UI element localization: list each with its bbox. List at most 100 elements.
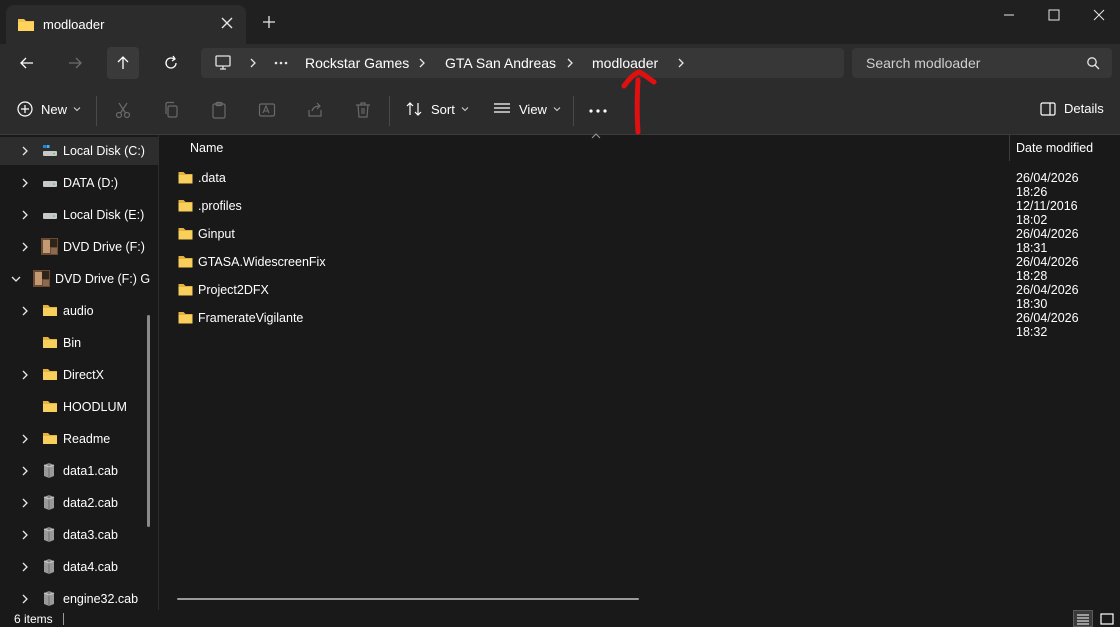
- chevron-right-icon[interactable]: [676, 58, 686, 68]
- back-button[interactable]: [11, 47, 43, 79]
- sidebar-item-label: data2.cab: [63, 496, 118, 510]
- column-divider[interactable]: [1009, 135, 1010, 161]
- sidebar-item-readme[interactable]: Readme: [0, 425, 158, 453]
- chevron-right-icon[interactable]: [20, 242, 30, 252]
- folder-icon: [178, 199, 193, 212]
- file-name: GTASA.WidescreenFix: [198, 255, 326, 269]
- table-row[interactable]: .profiles 12/11/2016 18:02: [169, 192, 1109, 227]
- chevron-right-icon[interactable]: [20, 594, 30, 604]
- details-label: Details: [1064, 101, 1104, 116]
- chevron-right-icon[interactable]: [20, 370, 30, 380]
- maximize-icon[interactable]: [1031, 0, 1077, 30]
- breadcrumb-rockstar-games[interactable]: Rockstar Games: [305, 55, 409, 71]
- tiles-view-icon[interactable]: [1097, 610, 1117, 627]
- drive-icon: [42, 207, 58, 221]
- chevron-right-icon[interactable]: [20, 146, 30, 156]
- forward-button[interactable]: [59, 47, 91, 79]
- table-row[interactable]: FramerateVigilante 26/04/2026 18:32: [169, 304, 1109, 339]
- sidebar-item-local-disk-e[interactable]: Local Disk (E:): [0, 201, 158, 229]
- annotation-arrow-icon: [618, 68, 662, 136]
- file-list: Name Date modified .data 26/04/2026 18:2…: [159, 133, 1120, 610]
- chevron-right-icon[interactable]: [20, 498, 30, 508]
- sort-button[interactable]: Sort: [405, 101, 469, 117]
- sidebar-item-data1-cab[interactable]: data1.cab: [0, 457, 158, 485]
- close-tab-icon[interactable]: [220, 16, 234, 30]
- chevron-right-icon[interactable]: [20, 178, 30, 188]
- chevron-down-icon: [553, 107, 561, 112]
- drive-icon: [42, 175, 58, 189]
- file-name: FramerateVigilante: [198, 311, 304, 325]
- table-row[interactable]: Project2DFX 26/04/2026 18:30: [169, 276, 1109, 311]
- cab-file-icon: [42, 462, 56, 479]
- sidebar-item-engine32-cab[interactable]: engine32.cab: [0, 585, 158, 610]
- tab-modloader[interactable]: modloader: [6, 5, 246, 44]
- share-icon[interactable]: [306, 101, 324, 119]
- refresh-button[interactable]: [155, 47, 187, 79]
- sidebar-item-audio[interactable]: audio: [0, 297, 158, 325]
- sidebar-item-dvd-drive-f[interactable]: DVD Drive (F:): [0, 233, 158, 261]
- new-tab-icon[interactable]: [262, 15, 276, 29]
- search-box[interactable]: Search modloader: [852, 48, 1112, 78]
- chevron-right-icon[interactable]: [20, 530, 30, 540]
- paste-icon[interactable]: [210, 101, 228, 119]
- chevron-right-icon[interactable]: [20, 306, 30, 316]
- sidebar-item-hoodlum[interactable]: HOODLUM: [0, 393, 158, 421]
- chevron-right-icon[interactable]: [20, 466, 30, 476]
- file-name: Project2DFX: [198, 283, 269, 297]
- chevron-right-icon[interactable]: [20, 562, 30, 572]
- rename-icon[interactable]: [258, 101, 276, 119]
- more-options-icon[interactable]: [589, 109, 607, 113]
- new-button[interactable]: New: [17, 101, 81, 117]
- details-button[interactable]: Details: [1040, 101, 1104, 116]
- sidebar-item-label: audio: [63, 304, 94, 318]
- sidebar-item-data4-cab[interactable]: data4.cab: [0, 553, 158, 581]
- minimize-icon[interactable]: [986, 0, 1032, 30]
- sidebar-item-label: DirectX: [63, 368, 104, 382]
- view-button[interactable]: View: [493, 101, 561, 117]
- more-path-icon[interactable]: [274, 61, 288, 65]
- breadcrumb-gta-san-andreas[interactable]: GTA San Andreas: [445, 55, 556, 71]
- table-row[interactable]: GTASA.WidescreenFix 26/04/2026 18:28: [169, 248, 1109, 283]
- address-bar[interactable]: Rockstar Games GTA San Andreas modloader: [201, 48, 844, 78]
- chevron-right-icon[interactable]: [417, 58, 427, 68]
- sidebar-item-directx[interactable]: DirectX: [0, 361, 158, 389]
- sidebar-item-dvd-drive-f-expanded[interactable]: DVD Drive (F:) G: [0, 265, 158, 293]
- sidebar-item-label: Local Disk (C:): [63, 144, 145, 158]
- chevron-right-icon[interactable]: [20, 210, 30, 220]
- sidebar-item-data2-cab[interactable]: data2.cab: [0, 489, 158, 517]
- view-icon: [494, 103, 510, 113]
- search-input[interactable]: Search modloader: [866, 55, 980, 71]
- sidebar-item-local-disk-c[interactable]: Local Disk (C:): [0, 137, 158, 165]
- horizontal-scrollbar[interactable]: [177, 598, 639, 600]
- chevron-right-icon[interactable]: [248, 58, 258, 68]
- chevron-down-icon: [461, 107, 469, 112]
- sidebar-item-bin[interactable]: Bin: [0, 329, 158, 357]
- table-row[interactable]: Ginput 26/04/2026 18:31: [169, 220, 1109, 255]
- folder-icon: [178, 283, 193, 296]
- column-header-date-modified[interactable]: Date modified: [1016, 141, 1093, 155]
- file-name: .profiles: [198, 199, 242, 213]
- delete-icon[interactable]: [354, 101, 372, 119]
- navigation-pane: Local Disk (C:) DATA (D:) Local Disk (E:…: [0, 135, 158, 610]
- computer-icon[interactable]: [214, 55, 232, 71]
- chevron-right-icon[interactable]: [565, 58, 575, 68]
- copy-icon[interactable]: [162, 101, 180, 119]
- sidebar-item-data3-cab[interactable]: data3.cab: [0, 521, 158, 549]
- divider: [573, 96, 574, 126]
- sort-label: Sort: [431, 101, 455, 117]
- chevron-right-icon[interactable]: [20, 434, 30, 444]
- sidebar-item-label: data1.cab: [63, 464, 118, 478]
- cut-icon[interactable]: [114, 101, 132, 119]
- column-header-name[interactable]: Name: [190, 141, 223, 155]
- up-button[interactable]: [107, 47, 139, 79]
- search-icon[interactable]: [1086, 56, 1100, 70]
- details-view-icon[interactable]: [1073, 610, 1093, 627]
- tab-label: modloader: [43, 17, 105, 32]
- close-window-icon[interactable]: [1076, 0, 1120, 30]
- table-row[interactable]: .data 26/04/2026 18:26: [169, 164, 1109, 199]
- chevron-down-icon[interactable]: [11, 274, 21, 284]
- cab-file-icon: [42, 526, 56, 543]
- sidebar-scrollbar[interactable]: [147, 315, 150, 527]
- sidebar-item-data-d[interactable]: DATA (D:): [0, 169, 158, 197]
- dvd-icon: [41, 238, 58, 255]
